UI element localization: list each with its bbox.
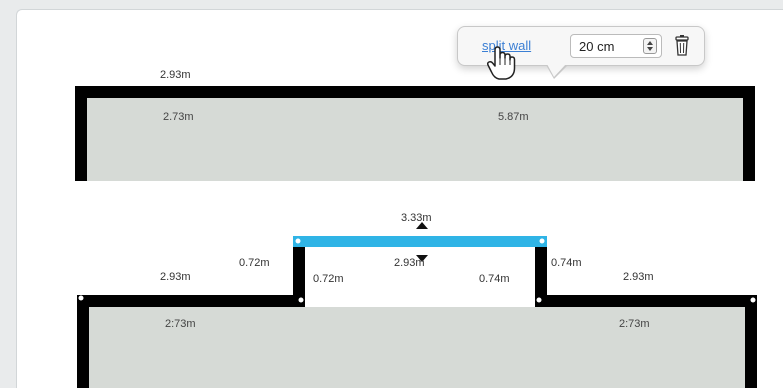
top-wall-top[interactable]: [75, 86, 755, 98]
right-step-inner-label: 0.74m: [479, 273, 510, 285]
left-inner-width-label: 2:73m: [165, 318, 196, 330]
top-inner-left-label: 2.73m: [163, 111, 194, 123]
selected-wall-length-label: 3.33m: [401, 212, 432, 224]
chevron-up-icon[interactable]: [647, 41, 653, 45]
top-wall-left[interactable]: [75, 86, 87, 186]
top-plan-cut: [17, 181, 783, 195]
hand-pointer-icon: [485, 46, 519, 82]
wall-thickness-value[interactable]: 20 cm: [579, 39, 614, 54]
top-room-floor: [79, 94, 749, 194]
trash-icon: [672, 34, 692, 58]
wall-node-handle[interactable]: [296, 239, 301, 244]
bottom-room-floor-mid: [311, 305, 547, 388]
wall-node-handle[interactable]: [540, 239, 545, 244]
bottom-wall-left-top[interactable]: [77, 295, 303, 307]
bottom-wall-right-top[interactable]: [535, 295, 757, 307]
top-wall-right[interactable]: [743, 86, 755, 186]
selected-wall[interactable]: [293, 236, 547, 247]
popover-tail-inner: [547, 64, 566, 77]
bottom-wall-left-side[interactable]: [77, 295, 89, 388]
delete-wall-button[interactable]: [672, 34, 692, 58]
left-step-outer-label: 0.72m: [239, 257, 270, 269]
thickness-stepper[interactable]: [643, 38, 657, 54]
bottom-wall-left-step[interactable]: [293, 237, 305, 307]
top-floorplan: 2.93m 2.73m 5.87m: [17, 69, 783, 195]
wall-node-handle[interactable]: [299, 298, 304, 303]
wall-thickness-field[interactable]: 20 cm: [570, 34, 662, 58]
bottom-wall-right-side[interactable]: [745, 295, 757, 388]
chevron-down-icon[interactable]: [647, 47, 653, 51]
wall-node-handle[interactable]: [537, 298, 542, 303]
left-step-inner-label: 0.72m: [313, 273, 344, 285]
bottom-floorplan: 3.33m 2.93m 0.72m 0.72m 0.74m 0.74m 2.93…: [77, 212, 757, 388]
wall-node-handle[interactable]: [751, 298, 756, 303]
right-step-outer-label: 0.74m: [551, 257, 582, 269]
top-outer-width-label: 2.93m: [160, 69, 191, 81]
floorplan-canvas[interactable]: 2.93m 2.73m 5.87m: [16, 9, 783, 388]
left-outer-width-label: 2.93m: [160, 271, 191, 283]
bottom-room-floor-left: [85, 305, 311, 388]
right-inner-width-label: 2:73m: [619, 318, 650, 330]
wall-node-handle[interactable]: [79, 296, 84, 301]
selected-wall-inner-label: 2.93m: [394, 257, 425, 269]
right-outer-width-label: 2.93m: [623, 271, 654, 283]
top-inner-right-label: 5.87m: [498, 111, 529, 123]
